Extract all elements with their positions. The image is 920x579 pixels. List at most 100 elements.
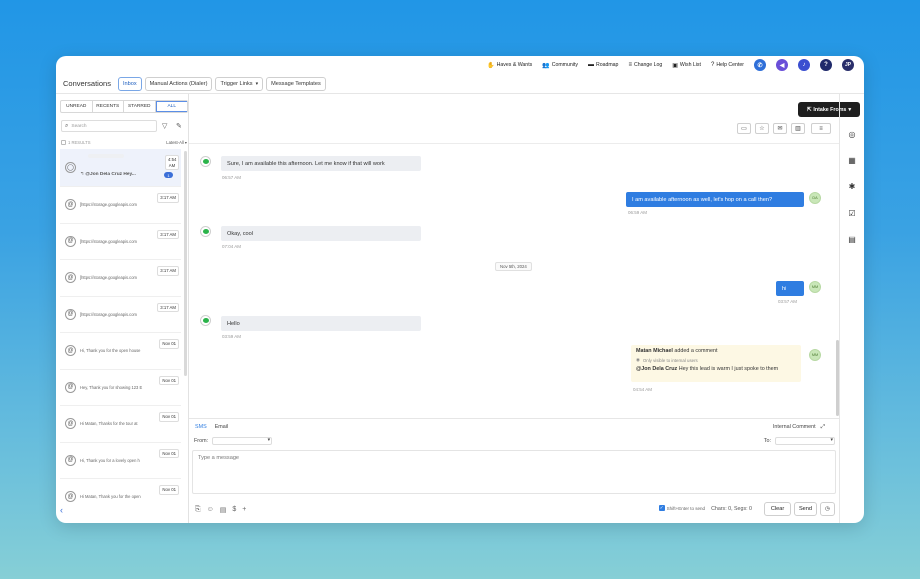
- filter-lines-icon[interactable]: ≡: [811, 123, 831, 134]
- search-input[interactable]: ⌕ Search: [61, 120, 157, 132]
- phone-icon[interactable]: ✆: [754, 59, 766, 71]
- template-icon[interactable]: ▤: [220, 506, 227, 514]
- app-window: ✋ Haves & Wants 👥 Community ▬ Roadmap ≡ Chan…: [56, 56, 864, 523]
- question-icon: ?: [710, 62, 715, 68]
- filter-tabs: UNREAD RECENTS STARRED ALL: [60, 100, 188, 113]
- help-icon[interactable]: ?: [820, 59, 832, 71]
- clear-button[interactable]: Clear: [764, 502, 791, 516]
- avatar: DA: [809, 192, 821, 204]
- page-title: Conversations: [63, 79, 111, 88]
- collapse-panel-icon[interactable]: ‹: [60, 505, 63, 515]
- expand-icon: ⤢: [820, 424, 825, 430]
- attachment-icon[interactable]: ⎘: [195, 506, 201, 514]
- list-meta: 1 RESULTS Latest-All ▾: [61, 138, 187, 146]
- handshake-icon: ✋: [487, 62, 495, 69]
- list-item[interactable]: @ Hey, Thank you for showing 123 E Nov 01: [60, 370, 181, 406]
- message-time: 03:59 AM: [222, 334, 242, 339]
- message-composer: SMS Email Internal Comment ⤢ From: ▾ To: …: [189, 418, 839, 523]
- sms-icon: [200, 226, 211, 237]
- apps-icon[interactable]: ✱: [846, 180, 858, 192]
- message-time: 06:59 AM: [628, 210, 648, 215]
- task-icon[interactable]: ☑: [846, 207, 858, 219]
- nav-wish-list[interactable]: ▣ Wish List: [672, 62, 701, 69]
- message-time: 07:04 AM: [222, 244, 242, 249]
- to-select[interactable]: ▾: [775, 437, 835, 445]
- filter-starred[interactable]: STARRED: [124, 101, 156, 112]
- message-bubble: Sure, I am available this afternoon. Let…: [221, 156, 421, 171]
- list-item[interactable]: @ Hi Matan, Thank you for the open Nov 01: [60, 479, 181, 515]
- bell-icon[interactable]: ♪: [798, 59, 810, 71]
- search-icon: ⌕: [65, 122, 69, 129]
- avatar: MM: [809, 349, 821, 361]
- conversation-list: ◯ ↰ @Jon Dela Cruz Hey... 4:54 AM 1 @ [ht…: [60, 149, 181, 515]
- right-rail: ◎ ▦ ✱ ☑ ▤: [839, 94, 864, 523]
- list-item[interactable]: @ [https://storage.googleapis.com 3:17 AM: [60, 260, 181, 297]
- filter-icon[interactable]: ▽: [162, 122, 167, 130]
- nav-help-center[interactable]: ? Help Center: [711, 62, 744, 68]
- sort-dropdown[interactable]: Latest-All ▾: [166, 140, 187, 145]
- list-icon: ≡: [628, 62, 632, 68]
- shift-enter-checkbox[interactable]: ✓: [658, 505, 665, 511]
- internal-comment-tab[interactable]: Internal Comment ⤢: [773, 424, 825, 431]
- nav-haves-wants[interactable]: ✋ Haves & Wants: [487, 62, 532, 69]
- at-icon: @: [65, 418, 76, 430]
- list-scrollbar[interactable]: [184, 151, 187, 376]
- plus-icon[interactable]: +: [242, 506, 246, 514]
- schedule-icon[interactable]: ◷: [820, 502, 835, 516]
- calendar-icon[interactable]: ▦: [846, 154, 858, 166]
- list-item[interactable]: @ Hi Matan, Thanks for the tour at Nov 01: [60, 406, 181, 443]
- select-all-checkbox[interactable]: [61, 139, 66, 145]
- send-button[interactable]: Send: [794, 502, 817, 516]
- at-icon: @: [65, 199, 76, 211]
- char-counter: Chars: 0, Segs: 0: [711, 506, 752, 512]
- list-item[interactable]: @ [https://storage.googleapis.com 3:17 AM: [60, 224, 181, 260]
- star-icon[interactable]: ☆: [755, 123, 769, 134]
- sms-icon: [200, 156, 211, 167]
- list-item[interactable]: @ [https://storage.googleapis.com 3:17 AM: [60, 187, 181, 224]
- reply-icon: ↰: [80, 172, 85, 177]
- filter-unread[interactable]: UNREAD: [61, 101, 93, 112]
- chevron-down-icon: ▾: [830, 437, 833, 443]
- notes-icon[interactable]: ▤: [846, 233, 858, 245]
- tab-manual-actions[interactable]: Manual Actions (Dialer): [144, 76, 213, 91]
- dollar-icon[interactable]: $: [232, 506, 236, 514]
- tab-sms[interactable]: SMS: [195, 424, 207, 430]
- message-bubble: Hello: [221, 316, 421, 331]
- nav-community[interactable]: 👥 Community: [542, 62, 578, 69]
- tab-message-templates[interactable]: Message Templates: [266, 76, 326, 91]
- contact-icon[interactable]: ◎: [846, 128, 858, 140]
- at-icon: @: [65, 235, 76, 247]
- list-item[interactable]: @ Hi, Thank you for a lovely open h Nov 01: [60, 443, 181, 479]
- nav-change-log[interactable]: ≡ Change Log: [628, 62, 662, 68]
- chevron-down-icon: ▾: [255, 80, 259, 87]
- top-nav: ✋ Haves & Wants 👥 Community ▬ Roadmap ≡ Chan…: [56, 56, 864, 74]
- avatar[interactable]: JP: [842, 59, 854, 71]
- at-icon: @: [65, 454, 76, 466]
- avatar: MM: [809, 281, 821, 293]
- filter-all[interactable]: ALL: [155, 101, 187, 112]
- comment-time: 04:54 AM: [633, 387, 653, 392]
- person-icon: ◯: [65, 162, 76, 173]
- folder-icon[interactable]: ▭: [737, 123, 751, 134]
- message-bubble: Okay, cool: [221, 226, 421, 241]
- list-item[interactable]: @ Hi, Thank you for the open house Nov 01: [60, 333, 181, 370]
- sms-icon: [200, 315, 211, 326]
- from-select[interactable]: ▾: [212, 437, 273, 445]
- filter-recents[interactable]: RECENTS: [93, 101, 124, 112]
- trash-icon[interactable]: ▥: [791, 123, 805, 134]
- list-item[interactable]: @ [https://storage.googleapis.com 3:17 AM: [60, 297, 181, 333]
- chevron-down-icon: ▾: [267, 437, 271, 443]
- message-bubble-outgoing: I am available afternoon as well, let's …: [626, 192, 804, 207]
- mail-open-icon[interactable]: ✉: [773, 123, 787, 134]
- compose-icon[interactable]: ✎: [176, 122, 182, 130]
- megaphone-icon[interactable]: ◀: [776, 59, 788, 71]
- tab-email[interactable]: Email: [215, 424, 228, 430]
- tab-trigger-links[interactable]: Trigger Links ▾: [215, 76, 264, 91]
- message-input[interactable]: Type a message: [192, 450, 836, 494]
- at-icon: @: [65, 308, 76, 320]
- tab-inbox[interactable]: Inbox: [117, 76, 142, 91]
- emoji-icon[interactable]: ☺: [207, 506, 214, 514]
- nav-roadmap[interactable]: ▬ Roadmap: [588, 62, 619, 68]
- list-item[interactable]: ◯ ↰ @Jon Dela Cruz Hey... 4:54 AM 1: [60, 149, 181, 187]
- at-icon: @: [65, 381, 76, 393]
